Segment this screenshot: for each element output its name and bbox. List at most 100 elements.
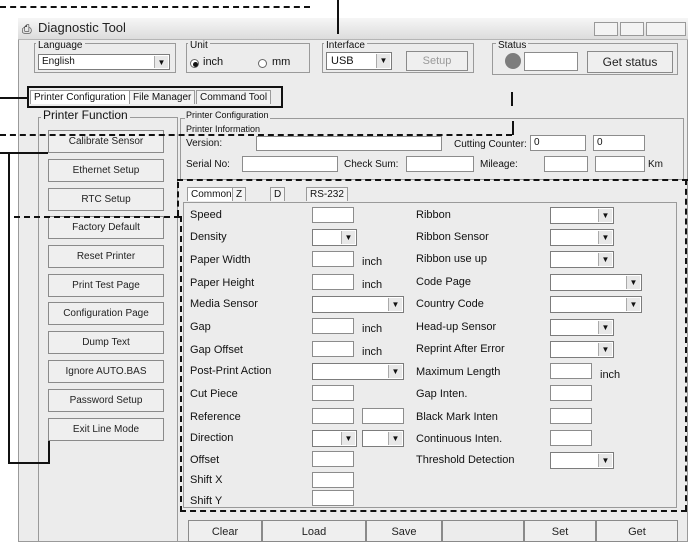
minimize-button[interactable]: [594, 22, 618, 36]
ignore-auto-bas-button[interactable]: Ignore AUTO.BAS: [48, 360, 164, 383]
paper-width-unit: inch: [362, 256, 383, 268]
status-field: [524, 52, 578, 71]
mileage-field: [544, 156, 588, 172]
exit-line-mode-button[interactable]: Exit Line Mode: [48, 418, 164, 441]
mileage-field-2: [595, 156, 645, 172]
reprint-after-error-label: Reprint After Error: [416, 343, 505, 355]
country-code-label: Country Code: [416, 298, 484, 310]
ribbon-sensor-select[interactable]: ▼: [550, 229, 614, 246]
chevron-down-icon: ▼: [598, 321, 612, 334]
callout-line-common-top: [177, 179, 688, 181]
ethernet-setup-button[interactable]: Ethernet Setup: [48, 159, 164, 182]
callout-line-status: [511, 92, 513, 106]
dump-text-button[interactable]: Dump Text: [48, 331, 164, 354]
reset-printer-button[interactable]: Reset Printer: [48, 245, 164, 268]
maximize-button[interactable]: [620, 22, 644, 36]
version-field: [256, 136, 442, 151]
shift-x-field[interactable]: [312, 472, 354, 488]
reference-label: Reference: [190, 411, 241, 423]
interface-select[interactable]: USB ▼: [326, 52, 392, 70]
reference-y-field[interactable]: [362, 408, 404, 424]
ribbon-use-up-select[interactable]: ▼: [550, 251, 614, 268]
threshold-detection-select[interactable]: ▼: [550, 452, 614, 469]
gap-inten-field[interactable]: [550, 385, 592, 401]
configuration-page-button[interactable]: Configuration Page: [48, 302, 164, 325]
callout-line-config: [0, 134, 512, 136]
shift-y-field[interactable]: [312, 490, 354, 506]
clear-button[interactable]: Clear: [188, 520, 262, 542]
paper-height-label: Paper Height: [190, 277, 255, 289]
ribbon-use-up-label: Ribbon use up: [416, 253, 487, 265]
tab-file-manager[interactable]: File Manager: [129, 90, 196, 104]
code-page-select[interactable]: ▼: [550, 274, 642, 291]
save-button[interactable]: Save: [366, 520, 442, 542]
callout-line-common-left: [14, 216, 180, 218]
gap-offset-field[interactable]: [312, 341, 354, 357]
callout-line-common-left-v: [180, 216, 182, 512]
chevron-down-icon: ▼: [154, 56, 168, 68]
language-select[interactable]: English ▼: [38, 54, 170, 70]
black-mark-inten-field[interactable]: [550, 408, 592, 424]
check-sum-label: Check Sum:: [344, 159, 399, 170]
paper-height-unit: inch: [362, 279, 383, 291]
subtab-rs232[interactable]: RS-232: [306, 187, 348, 201]
chevron-down-icon: ▼: [598, 231, 612, 244]
code-page-label: Code Page: [416, 276, 472, 288]
status-indicator-icon: [505, 53, 521, 69]
speed-field[interactable]: [312, 207, 354, 223]
password-setup-button[interactable]: Password Setup: [48, 389, 164, 412]
maximum-length-field[interactable]: [550, 363, 592, 379]
get-button[interactable]: Get: [596, 520, 678, 542]
chevron-down-icon: ▼: [626, 276, 640, 289]
direction-label: Direction: [190, 432, 234, 444]
country-code-select[interactable]: ▼: [550, 296, 642, 313]
gap-field[interactable]: [312, 318, 354, 334]
paper-height-field[interactable]: [312, 274, 354, 290]
cut-piece-label: Cut Piece: [190, 388, 238, 400]
interface-setup-button[interactable]: Setup: [406, 51, 468, 71]
serial-no-field: [242, 156, 338, 172]
unit-label: Unit: [188, 40, 210, 51]
set-button[interactable]: Set: [524, 520, 596, 542]
tab-command-tool[interactable]: Command Tool: [196, 90, 272, 104]
chevron-down-icon: ▼: [341, 432, 355, 445]
get-status-button[interactable]: Get status: [587, 51, 673, 73]
close-button[interactable]: [646, 22, 686, 36]
km-label: Km: [648, 159, 663, 170]
serial-no-label: Serial No:: [186, 159, 230, 170]
unit-inch-radio[interactable]: [190, 59, 199, 68]
factory-default-button[interactable]: Factory Default: [48, 216, 164, 239]
chevron-down-icon: ▼: [598, 454, 612, 467]
head-up-sensor-label: Head-up Sensor: [416, 321, 497, 333]
subtab-z[interactable]: Z: [232, 187, 247, 201]
paper-width-field[interactable]: [312, 251, 354, 267]
paper-width-label: Paper Width: [190, 254, 251, 266]
tab-printer-configuration[interactable]: Printer Configuration: [30, 90, 130, 104]
ribbon-sensor-label: Ribbon Sensor: [416, 231, 489, 243]
subtab-common[interactable]: Common: [187, 187, 236, 201]
unit-mm-radio[interactable]: [258, 59, 267, 68]
density-select[interactable]: ▼: [312, 229, 357, 246]
mirror-select[interactable]: ▼: [362, 430, 404, 447]
black-mark-inten-label: Black Mark Inten: [416, 411, 498, 423]
ribbon-select[interactable]: ▼: [550, 207, 614, 224]
subtab-d[interactable]: D: [270, 187, 286, 201]
media-sensor-select[interactable]: ▼: [312, 296, 404, 313]
cutting-counter-label: Cutting Counter:: [454, 139, 527, 150]
chevron-down-icon: ▼: [341, 231, 355, 244]
direction-select[interactable]: ▼: [312, 430, 357, 447]
post-print-action-select[interactable]: ▼: [312, 363, 404, 380]
offset-field[interactable]: [312, 451, 354, 467]
head-up-sensor-select[interactable]: ▼: [550, 319, 614, 336]
print-test-page-button[interactable]: Print Test Page: [48, 274, 164, 297]
version-label: Version:: [186, 138, 223, 149]
load-button[interactable]: Load: [262, 520, 366, 542]
printer-function-label: Printer Function: [41, 108, 130, 122]
rtc-setup-button[interactable]: RTC Setup: [48, 188, 164, 211]
callout-line-function-left: [8, 152, 10, 463]
reference-x-field[interactable]: [312, 408, 354, 424]
continuous-inten-field[interactable]: [550, 430, 592, 446]
chevron-down-icon: ▼: [388, 432, 402, 445]
cut-piece-field[interactable]: [312, 385, 354, 401]
reprint-after-error-select[interactable]: ▼: [550, 341, 614, 358]
